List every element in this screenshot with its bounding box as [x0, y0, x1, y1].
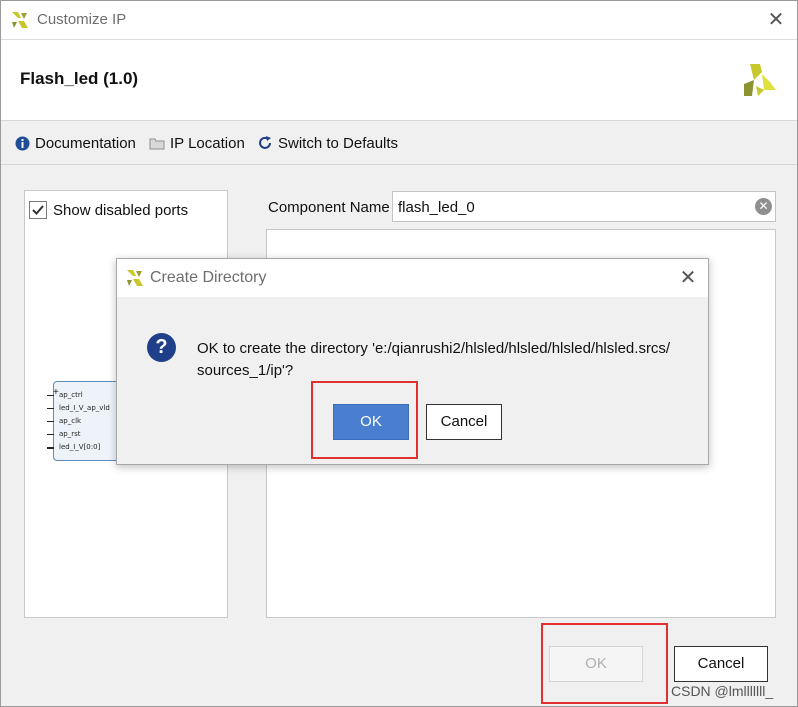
- customize-ip-window: Customize IP ✕ Flash_led (1.0) Documenta…: [0, 0, 798, 707]
- watermark-text: CSDN @lmlllllll_: [671, 683, 774, 699]
- switch-defaults-label: Switch to Defaults: [278, 134, 399, 152]
- port-pin: [47, 395, 54, 396]
- refresh-icon: [259, 136, 271, 149]
- vivado-brand-icon: [744, 64, 776, 96]
- checkmark-icon: [32, 205, 44, 215]
- cancel-button[interactable]: Cancel: [674, 646, 768, 682]
- window-title: Customize IP: [37, 11, 127, 28]
- component-name-input[interactable]: flash_led_0: [392, 191, 776, 222]
- ip-header: Flash_led (1.0): [1, 39, 797, 121]
- ip-location-label: IP Location: [170, 134, 245, 152]
- ip-location-button[interactable]: IP Location: [149, 134, 245, 152]
- port-label: led_I_V_ap_vld: [59, 404, 110, 412]
- window-titlebar: Customize IP ✕: [1, 1, 797, 39]
- port-pin: [47, 408, 54, 409]
- documentation-label: Documentation: [35, 134, 136, 152]
- dialog-title: Create Directory: [150, 269, 267, 286]
- dialog-titlebar: Create Directory ✕: [117, 259, 708, 297]
- checkbox-box[interactable]: [29, 201, 47, 219]
- dialog-cancel-button[interactable]: Cancel: [426, 404, 502, 440]
- show-disabled-ports-label: Show disabled ports: [53, 201, 189, 219]
- dialog-close-icon[interactable]: ✕: [677, 267, 699, 289]
- question-icon: ?: [147, 333, 176, 362]
- documentation-menu[interactable]: Documentation: [15, 134, 136, 152]
- ip-name-title: Flash_led (1.0): [20, 69, 139, 88]
- port-label: ap_rst: [59, 430, 81, 438]
- dialog-message: OK to create the directory 'e:/qianrushi…: [197, 338, 687, 382]
- port-pin: [47, 434, 54, 435]
- port-label: led_I_V[0:0]: [59, 443, 101, 451]
- vivado-logo-icon: [127, 270, 143, 286]
- ok-button[interactable]: OK: [549, 646, 643, 682]
- expand-plus-icon[interactable]: +: [53, 388, 59, 398]
- port-label: ap_clk: [59, 417, 82, 425]
- port-label: ap_ctrl: [59, 391, 83, 399]
- switch-to-defaults-button[interactable]: Switch to Defaults: [257, 134, 398, 152]
- port-pin: [47, 421, 54, 422]
- component-name-label: Component Name: [268, 199, 390, 216]
- port-pin: [47, 447, 54, 449]
- dialog-message-line: sources_1/ip'?: [197, 362, 294, 379]
- dialog-message-line: OK to create the directory 'e:/qianrushi…: [197, 340, 671, 357]
- toolbar: Documentation IP Location Switch to Defa…: [1, 121, 797, 165]
- ip-block-symbol: + ap_ctrl led_I_V_ap_vld ap_clk ap_rst l…: [47, 381, 123, 461]
- info-icon: [15, 136, 30, 150]
- vivado-logo-icon: [12, 12, 28, 28]
- clear-input-icon[interactable]: ✕: [755, 198, 772, 215]
- folder-icon: [149, 138, 165, 150]
- dialog-ok-button[interactable]: OK: [333, 404, 409, 440]
- show-disabled-ports-checkbox[interactable]: Show disabled ports: [29, 201, 188, 219]
- create-directory-dialog: Create Directory ✕ ? OK to create the di…: [116, 258, 709, 465]
- close-icon[interactable]: ✕: [765, 9, 787, 31]
